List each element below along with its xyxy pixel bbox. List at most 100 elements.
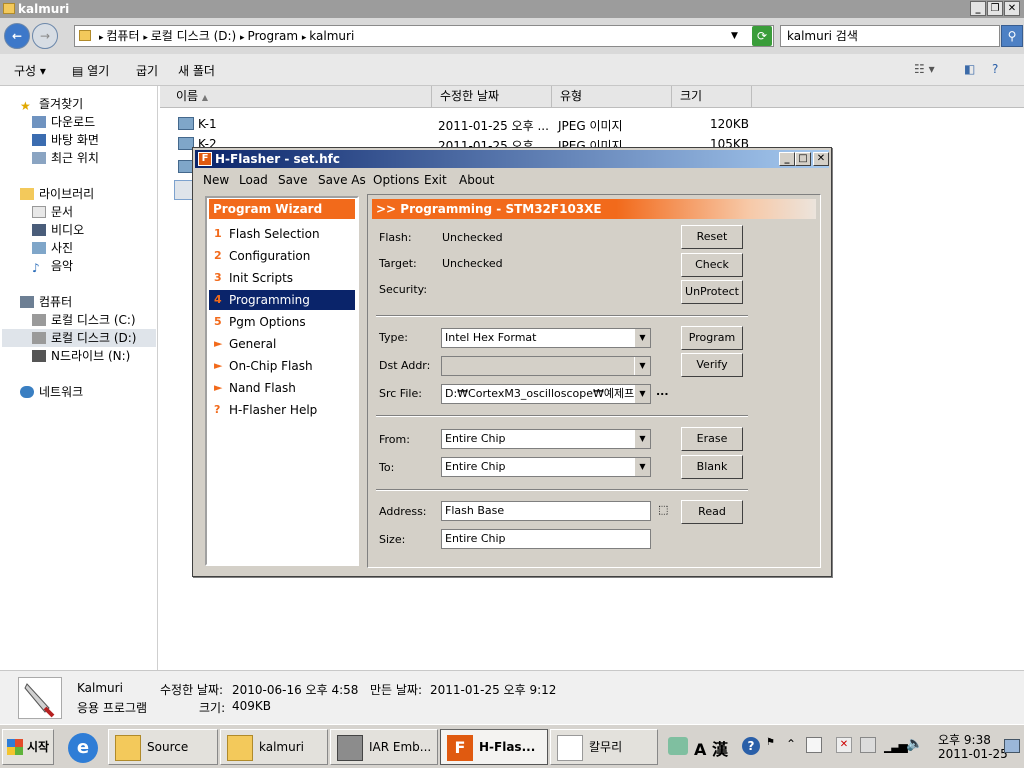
wizard-item-help[interactable]: ? H-Flasher Help	[209, 400, 355, 420]
back-button[interactable]: ←	[4, 23, 30, 49]
breadcrumb-drive[interactable]: 로컬 디스크 (D:)	[151, 29, 236, 43]
nav-desktop[interactable]: 바탕 화면	[32, 131, 99, 148]
task-iar[interactable]: IAR Emb...	[330, 729, 438, 765]
file-date: 2011-01-25 오후 ...	[438, 119, 549, 133]
src-file-select[interactable]: D:₩CortexM3_oscilloscope₩예제프로 ▼	[441, 384, 651, 404]
clock-date[interactable]: 2011-01-25	[938, 747, 1008, 761]
network-status-icon[interactable]: ▁▃▅	[884, 739, 908, 753]
menu-save-as[interactable]: Save As	[318, 173, 366, 187]
nav-videos[interactable]: 비디오	[32, 221, 84, 238]
nav-recent[interactable]: 최근 위치	[32, 149, 99, 166]
nav-drive-c[interactable]: 로컬 디스크 (C:)	[32, 311, 136, 328]
nav-music[interactable]: ♪ 음악	[32, 257, 73, 275]
nav-network[interactable]: 네트워크	[20, 383, 83, 400]
preview-pane-icon[interactable]: ◧	[964, 62, 975, 76]
nav-libraries[interactable]: 라이브러리	[20, 185, 94, 202]
refresh-button[interactable]: ⟳	[752, 26, 772, 46]
language-bar-icon[interactable]	[668, 737, 688, 755]
unprotect-button[interactable]: UnProtect	[681, 280, 743, 304]
nav-downloads[interactable]: 다운로드	[32, 113, 95, 130]
drive-icon	[32, 332, 46, 344]
ime-options-icon[interactable]: ⚑	[766, 737, 775, 748]
nav-pictures[interactable]: 사진	[32, 239, 73, 256]
clock-time[interactable]: 오후 9:38	[938, 731, 991, 748]
menu-new[interactable]: New	[203, 173, 229, 187]
menu-load[interactable]: Load	[239, 173, 268, 187]
hf-maximize-button[interactable]: □	[795, 152, 811, 166]
reset-button[interactable]: Reset	[681, 225, 743, 249]
help-icon[interactable]: ?	[992, 62, 998, 76]
minimize-button[interactable]: _	[970, 1, 986, 16]
search-icon[interactable]: ⚲	[1001, 25, 1023, 47]
close-button[interactable]: ✕	[1004, 1, 1020, 16]
tray-expand-icon[interactable]: ⌃	[786, 737, 796, 751]
dst-addr-select[interactable]: ▼	[441, 356, 651, 376]
task-kalmuri-folder[interactable]: kalmuri	[220, 729, 328, 765]
wizard-item-configuration[interactable]: 2 Configuration	[209, 246, 355, 266]
file-row[interactable]: K-1 2011-01-25 오후 ... JPEG 이미지 120KB	[160, 115, 780, 135]
ime-indicator[interactable]: A 漢	[694, 736, 728, 760]
menu-about[interactable]: About	[459, 173, 494, 187]
view-options-icon[interactable]: ☷ ▾	[914, 62, 935, 76]
task-source[interactable]: Source	[108, 729, 218, 765]
address-bar[interactable]: ▸ 컴퓨터 ▸ 로컬 디스크 (D:) ▸ Program ▸ kalmuri …	[74, 25, 774, 47]
type-select[interactable]: Intel Hex Format ▼	[441, 328, 651, 348]
blank-button[interactable]: Blank	[681, 455, 743, 479]
hf-close-button[interactable]: ✕	[813, 152, 829, 166]
menu-exit[interactable]: Exit	[424, 173, 447, 187]
chevron-down-icon[interactable]: ▼	[731, 26, 738, 46]
help-icon[interactable]: ?	[742, 737, 760, 755]
address-input[interactable]: Flash Base	[441, 501, 651, 521]
column-name[interactable]: 이름 ▲	[168, 86, 432, 108]
breadcrumb-kalmuri[interactable]: kalmuri	[309, 29, 354, 43]
hf-minimize-button[interactable]: _	[779, 152, 795, 166]
nav-computer[interactable]: 컴퓨터	[20, 293, 72, 310]
size-input[interactable]: Entire Chip	[441, 529, 651, 549]
wizard-item-general[interactable]: ► General	[209, 334, 355, 354]
menu-save[interactable]: Save	[278, 173, 307, 187]
menu-options[interactable]: Options	[373, 173, 419, 187]
wizard-item-init-scripts[interactable]: 3 Init Scripts	[209, 268, 355, 288]
show-desktop-icon[interactable]	[1004, 739, 1020, 753]
nav-documents[interactable]: 문서	[32, 203, 73, 220]
nav-drive-d[interactable]: 로컬 디스크 (D:)	[32, 329, 136, 346]
nav-favorites[interactable]: ★ 즐겨찾기	[20, 95, 83, 113]
app-file-icon[interactable]	[174, 180, 194, 200]
task-kalmuri-app[interactable]: 칼무리	[550, 729, 658, 765]
computer-icon	[20, 296, 34, 308]
column-type[interactable]: 유형	[552, 86, 672, 108]
organize-button[interactable]: 구성 ▾	[14, 62, 46, 79]
open-button[interactable]: ▤ 열기	[72, 62, 109, 79]
column-size[interactable]: 크기	[672, 86, 752, 108]
wizard-item-pgm-options[interactable]: 5 Pgm Options	[209, 312, 355, 332]
wizard-item-nand-flash[interactable]: ► Nand Flash	[209, 378, 355, 398]
erase-button[interactable]: Erase	[681, 427, 743, 451]
usb-device-icon[interactable]	[860, 737, 876, 753]
forward-button[interactable]: →	[32, 23, 58, 49]
volume-icon[interactable]: 🔈	[906, 736, 923, 752]
browse-button[interactable]: ...	[656, 385, 669, 398]
wizard-item-programming[interactable]: 4 Programming	[209, 290, 355, 310]
action-center-icon[interactable]: ✕	[836, 737, 852, 753]
search-input[interactable]: kalmuri 검색	[780, 25, 1000, 47]
check-button[interactable]: Check	[681, 253, 743, 277]
burn-button[interactable]: 굽기	[136, 62, 158, 79]
ie-icon[interactable]: e	[68, 733, 98, 763]
tray-app-icon[interactable]	[806, 737, 822, 753]
program-button[interactable]: Program	[681, 326, 743, 350]
from-select[interactable]: Entire Chip ▼	[441, 429, 651, 449]
nav-drive-n[interactable]: N드라이브 (N:)	[32, 347, 130, 364]
wizard-item-on-chip-flash[interactable]: ► On-Chip Flash	[209, 356, 355, 376]
wizard-item-flash-selection[interactable]: 1 Flash Selection	[209, 224, 355, 244]
breadcrumb-program[interactable]: Program	[247, 29, 298, 43]
column-modified[interactable]: 수정한 날짜	[432, 86, 552, 108]
new-folder-button[interactable]: 새 폴더	[178, 62, 215, 79]
read-button[interactable]: Read	[681, 500, 743, 524]
address-picker-icon[interactable]: ⬚	[658, 503, 668, 516]
verify-button[interactable]: Verify	[681, 353, 743, 377]
task-hflasher[interactable]: F H-Flas...	[440, 729, 548, 765]
breadcrumb-computer[interactable]: 컴퓨터	[106, 29, 139, 43]
to-select[interactable]: Entire Chip ▼	[441, 457, 651, 477]
maximize-button[interactable]: ❐	[987, 1, 1003, 16]
start-button[interactable]: 시작	[2, 729, 54, 765]
